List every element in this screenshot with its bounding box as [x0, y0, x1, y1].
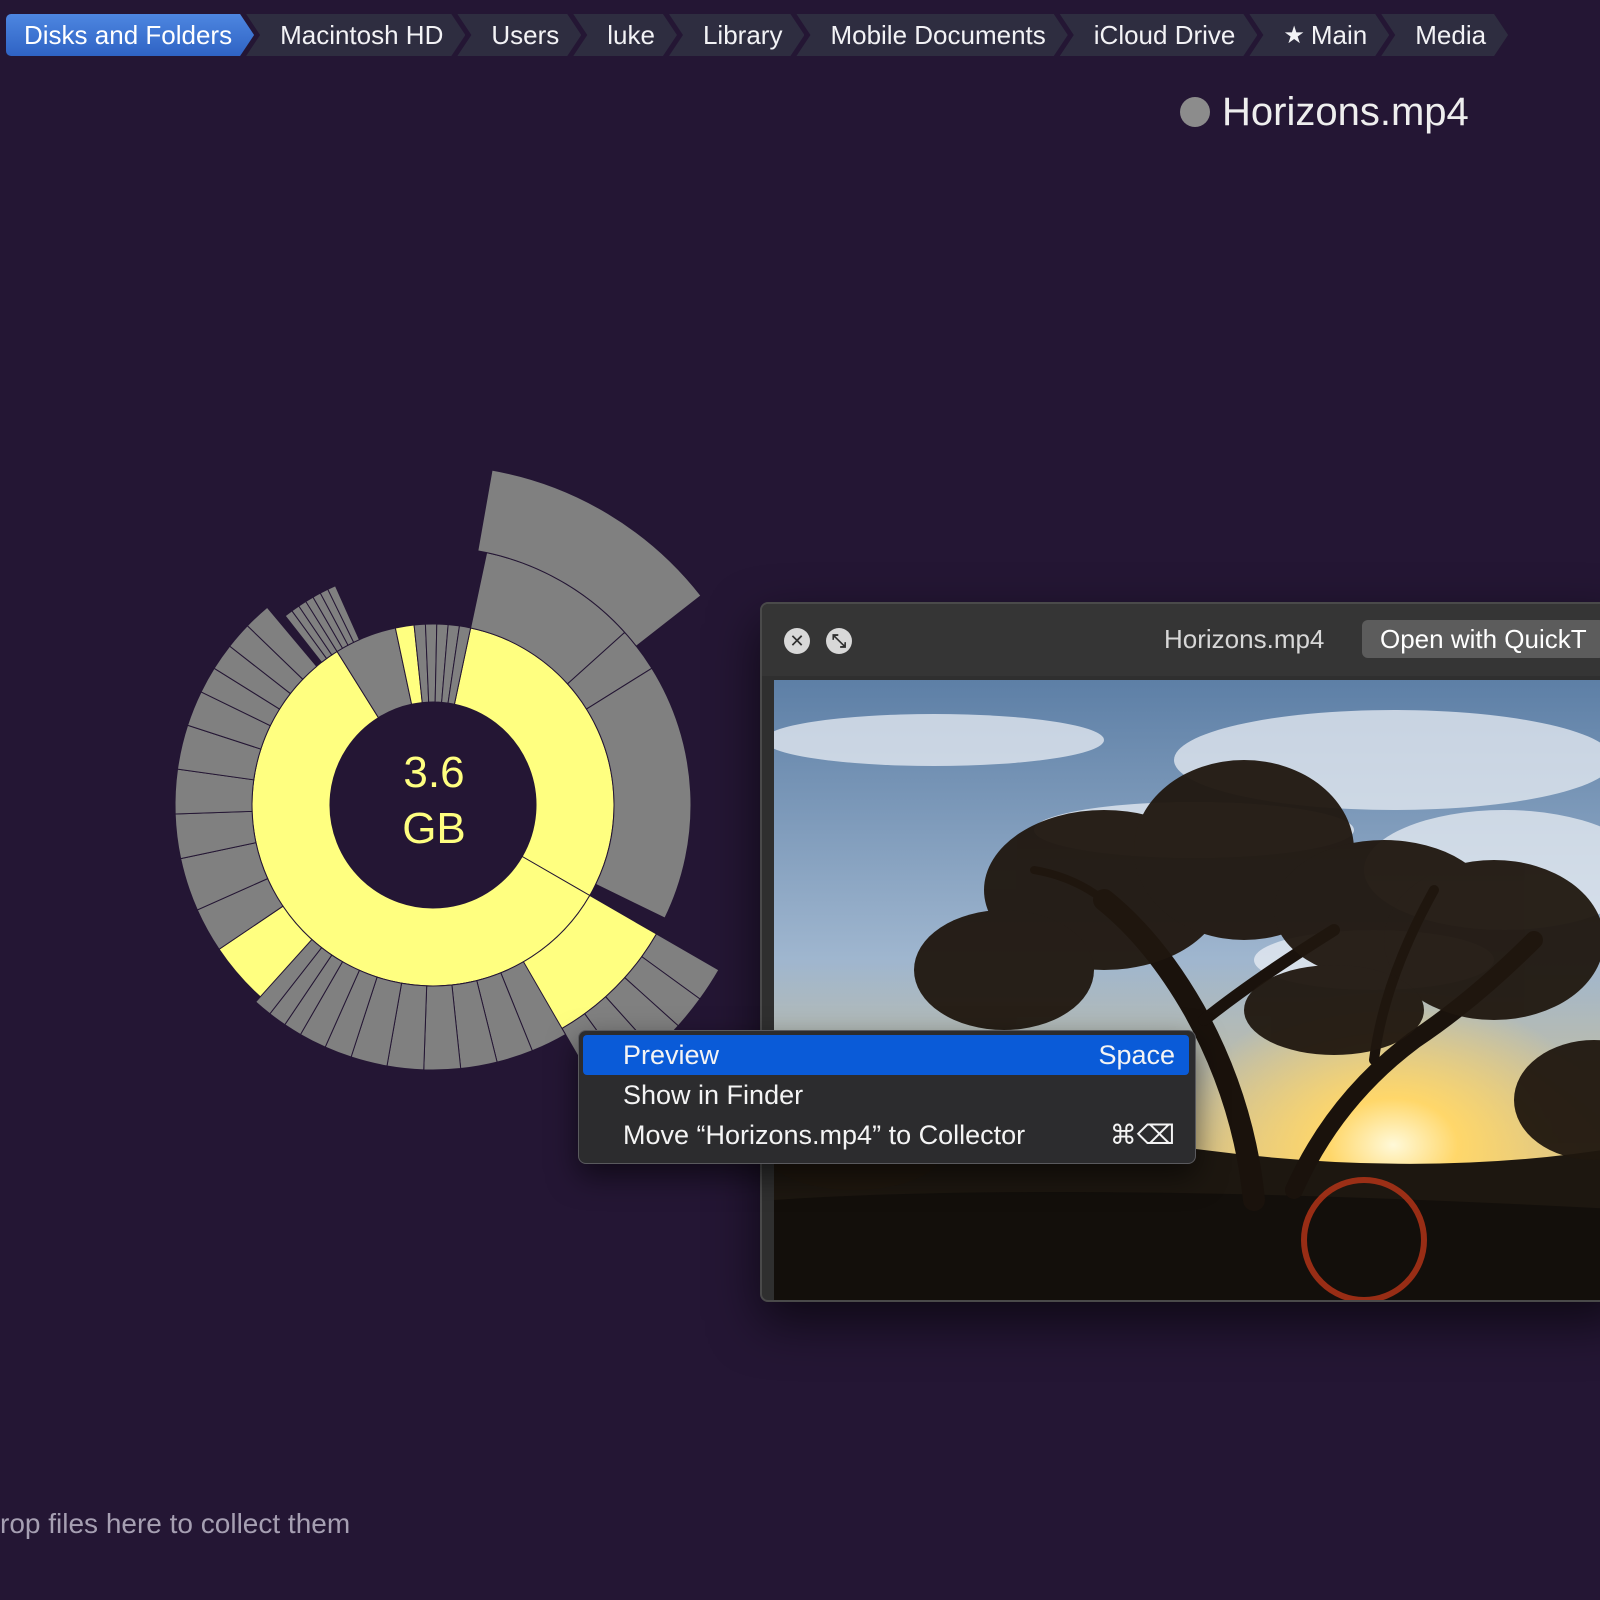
quicklook-window: ✕ ⤡ Horizons.mp4 Open with QuickT [760, 602, 1600, 1302]
shortcut-label: Space [1098, 1039, 1175, 1070]
close-icon[interactable]: ✕ [784, 628, 810, 654]
menu-item-preview[interactable]: Preview Space [583, 1035, 1189, 1075]
total-size-unit: GB [402, 804, 466, 853]
shortcut-label: ⌘⌫ [1109, 1119, 1175, 1150]
context-menu: Preview Space Show in Finder Move “Horiz… [578, 1030, 1196, 1164]
fullscreen-icon[interactable]: ⤡ [826, 628, 852, 654]
quicklook-title: Horizons.mp4 [1164, 624, 1325, 654]
open-with-quicktime-button[interactable]: Open with QuickT [1362, 620, 1600, 658]
collector-drop-hint: rop files here to collect them [0, 1508, 351, 1539]
total-size-value: 3.6 [403, 748, 465, 797]
video-preview-image [774, 680, 1600, 1300]
menu-item-show-in-finder[interactable]: Show in Finder [583, 1075, 1189, 1115]
menu-item-move-to-collector[interactable]: Move “Horizons.mp4” to Collector ⌘⌫ [583, 1115, 1189, 1155]
sunburst-center-total: 3.6 GB [330, 745, 538, 857]
